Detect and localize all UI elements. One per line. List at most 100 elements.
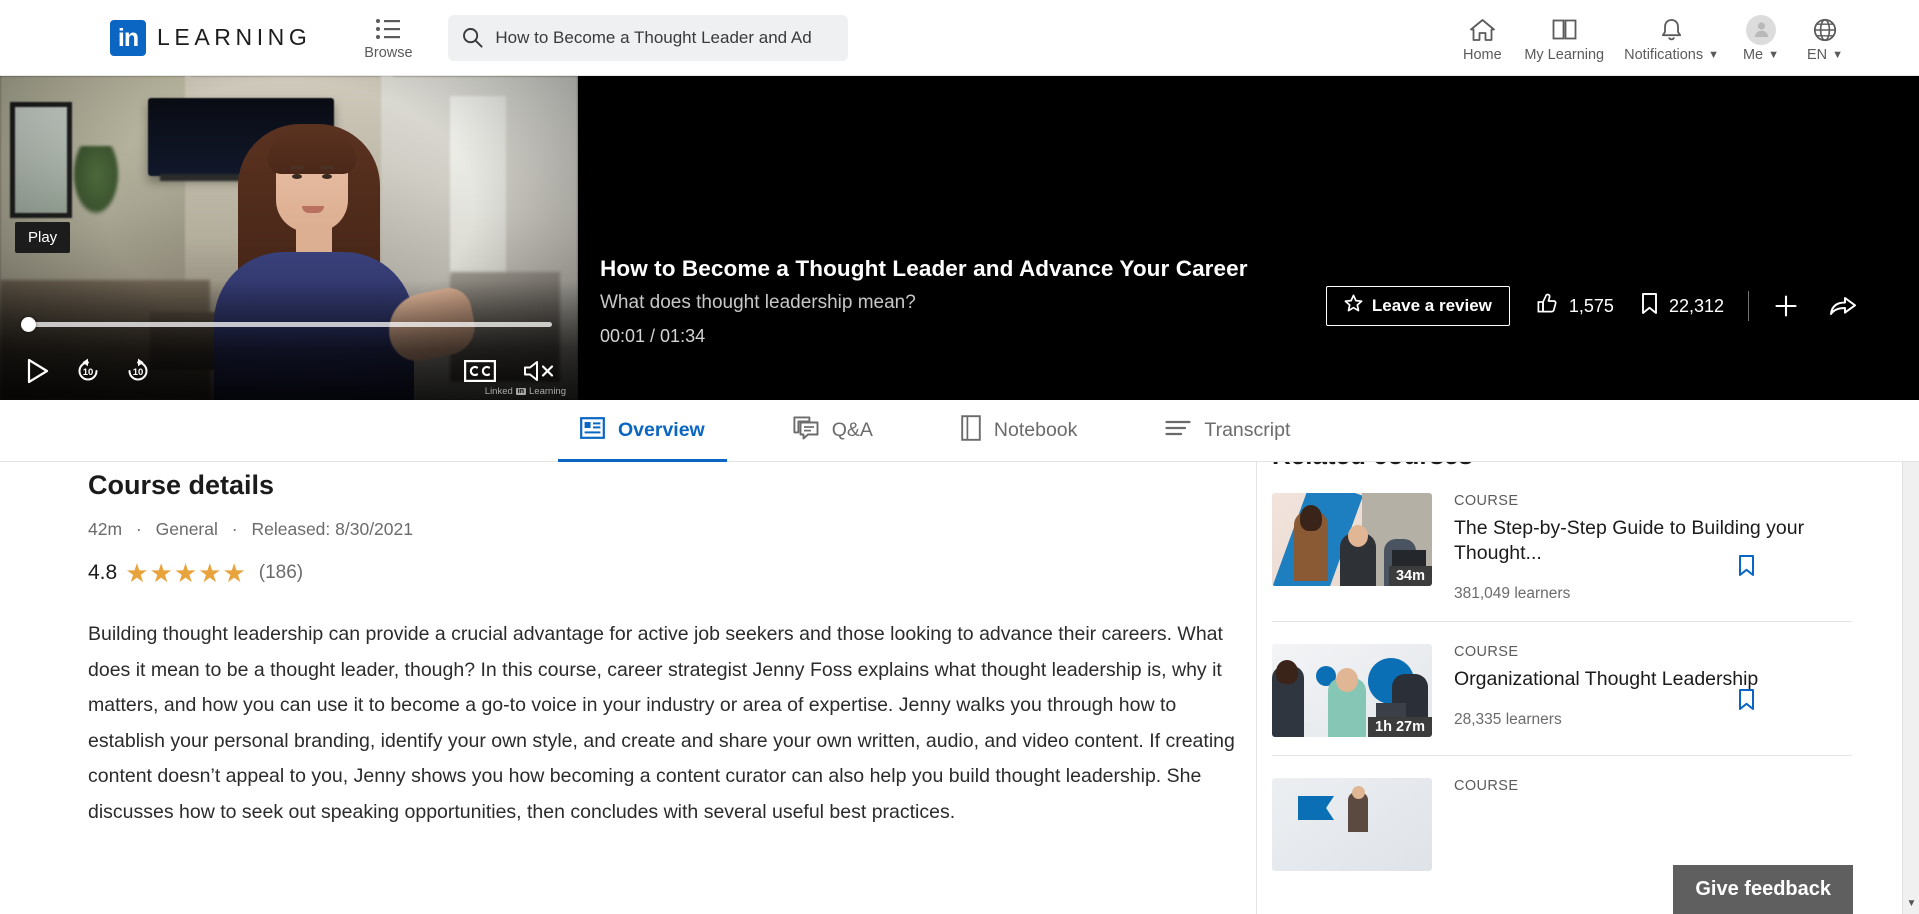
course-level: General — [155, 519, 218, 539]
thumbs-up-icon — [1536, 292, 1559, 320]
progress-handle[interactable] — [21, 317, 36, 332]
bookmark-icon[interactable] — [1737, 554, 1756, 583]
video-timestamp: 00:01 / 01:34 — [600, 326, 706, 346]
nav-label-text: EN — [1806, 46, 1828, 63]
tab-qa-label: Q&A — [831, 419, 873, 441]
browse-button[interactable]: Browse — [355, 14, 421, 61]
video-player[interactable]: Play 10 10 Linked in Learning — [0, 76, 578, 400]
saves-stat[interactable]: 22,312 — [1640, 292, 1724, 320]
course-details-column: Course details 42m · General · Released:… — [88, 462, 1238, 830]
avatar — [1746, 14, 1776, 45]
nav-item-notifications[interactable]: Notifications ▼ — [1614, 13, 1729, 63]
content-area: Course details 42m · General · Released:… — [0, 462, 1919, 914]
forward-10-icon[interactable]: 10 — [124, 357, 152, 385]
watermark-text-left: Linked — [484, 386, 513, 397]
tab-overview[interactable]: Overview — [558, 400, 727, 462]
watermark-text-right: Learning — [529, 386, 566, 397]
nav-item-home-label: Home — [1463, 47, 1502, 63]
play-icon[interactable] — [22, 356, 52, 386]
course-thumbnail[interactable]: 34m — [1272, 493, 1432, 586]
tab-notebook[interactable]: Notebook — [939, 400, 1099, 462]
qa-icon — [793, 415, 819, 446]
tab-notebook-label: Notebook — [993, 419, 1078, 441]
course-action-bar: Leave a review 1,575 22,312 — [1325, 286, 1857, 326]
progress-track[interactable] — [26, 322, 552, 327]
meta-separator: · — [231, 519, 238, 539]
tab-transcript-label: Transcript — [1204, 419, 1291, 441]
likes-count: 1,575 — [1568, 295, 1614, 316]
browse-label: Browse — [364, 45, 413, 61]
nav-item-language[interactable]: EN ▼ — [1793, 13, 1857, 63]
chevron-down-icon: ▼ — [1832, 49, 1844, 61]
svg-text:10: 10 — [133, 367, 144, 378]
related-course-card[interactable]: 34m COURSE The Step-by-Step Guide to Bui… — [1272, 471, 1852, 622]
tab-qa[interactable]: Q&A — [771, 400, 895, 462]
related-courses-heading: Related courses — [1272, 462, 1852, 471]
nav-label-text: My Learning — [1524, 46, 1605, 63]
course-thumbnail[interactable]: 1h 27m — [1272, 644, 1432, 737]
nav-item-my-learning[interactable]: My Learning — [1514, 13, 1614, 63]
overview-icon — [580, 416, 605, 445]
related-courses-column: Related courses 34m COURSE The Step-by-S… — [1272, 462, 1852, 889]
course-card-title[interactable]: The Step-by-Step Guide to Building your … — [1454, 516, 1852, 566]
search-input[interactable] — [495, 27, 835, 48]
nav-item-me-label: Me ▼ — [1743, 47, 1779, 63]
notebook-icon — [961, 414, 981, 447]
add-to-collection-button[interactable] — [1773, 293, 1799, 319]
tab-overview-label: Overview — [618, 419, 705, 441]
course-header-panel: How to Become a Thought Leader and Advan… — [600, 76, 1919, 400]
nav-label-text: Home — [1462, 46, 1502, 63]
share-button[interactable] — [1829, 294, 1857, 318]
list-icon — [375, 14, 401, 44]
course-thumbnail[interactable] — [1272, 778, 1432, 871]
volume-mute-icon[interactable] — [522, 358, 556, 384]
search-bar[interactable] — [448, 14, 849, 61]
give-feedback-button[interactable]: Give feedback — [1673, 865, 1853, 914]
bookmark-icon[interactable] — [1737, 688, 1756, 717]
nav-item-me[interactable]: Me ▼ — [1729, 13, 1793, 63]
nav-item-my-learning-label: My Learning — [1524, 47, 1604, 63]
linkedin-learning-logo[interactable]: in LEARNING — [110, 19, 312, 56]
nav-label-text: Notifications — [1624, 46, 1704, 63]
rating-count: (186) — [258, 562, 304, 583]
linkedin-logo-mark: in — [110, 19, 146, 56]
svg-text:10: 10 — [83, 367, 94, 378]
linkedin-learning-watermark: Linked in Learning — [485, 386, 566, 397]
course-meta-line: 42m · General · Released: 8/30/2021 — [88, 519, 1238, 540]
saves-count: 22,312 — [1668, 295, 1724, 316]
course-card-body: COURSE The Step-by-Step Guide to Buildin… — [1454, 493, 1852, 603]
course-title: How to Become a Thought Leader and Advan… — [600, 256, 1248, 281]
related-course-card[interactable]: 1h 27m COURSE Organizational Thought Lea… — [1272, 622, 1852, 756]
leave-a-review-button[interactable]: Leave a review — [1325, 286, 1510, 326]
search-icon — [462, 27, 483, 48]
scroll-down-arrow-icon[interactable]: ▼ — [1903, 895, 1919, 912]
course-card-title[interactable]: Organizational Thought Leadership — [1454, 667, 1852, 692]
likes-stat[interactable]: 1,575 — [1536, 292, 1614, 320]
course-learners-count: 28,335 learners — [1454, 711, 1562, 728]
nav-label-text: Me — [1742, 46, 1764, 63]
chevron-down-icon: ▼ — [1708, 49, 1719, 61]
course-rating: 4.8 ★★★★★ (186) — [88, 560, 1238, 586]
action-divider — [1748, 291, 1749, 321]
learning-wordmark: LEARNING — [157, 24, 312, 50]
avatar-icon — [1746, 13, 1776, 47]
meta-separator: · — [135, 519, 142, 539]
chevron-down-icon: ▼ — [1768, 49, 1780, 61]
page-scrollbar[interactable]: ▼ — [1902, 462, 1919, 914]
course-card-body: COURSE Organizational Thought Leadership… — [1454, 644, 1852, 737]
course-type-label: COURSE — [1454, 493, 1519, 509]
watermark-in-mark: in — [515, 388, 527, 395]
rewind-10-icon[interactable]: 10 — [74, 357, 102, 385]
course-type-label: COURSE — [1454, 778, 1519, 794]
course-released-date: Released: 8/30/2021 — [251, 519, 413, 539]
control-row-right — [464, 358, 556, 384]
nav-item-notifications-label: Notifications ▼ — [1624, 47, 1719, 63]
cc-icon[interactable] — [464, 360, 496, 382]
course-card-body: COURSE — [1454, 778, 1852, 871]
progress-bar[interactable] — [21, 317, 552, 332]
course-learners-count: 381,049 learners — [1454, 585, 1571, 602]
book-icon — [1551, 13, 1578, 47]
nav-item-home[interactable]: Home — [1450, 13, 1514, 63]
tab-transcript[interactable]: Transcript — [1143, 400, 1312, 462]
course-details-heading: Course details — [88, 470, 275, 500]
